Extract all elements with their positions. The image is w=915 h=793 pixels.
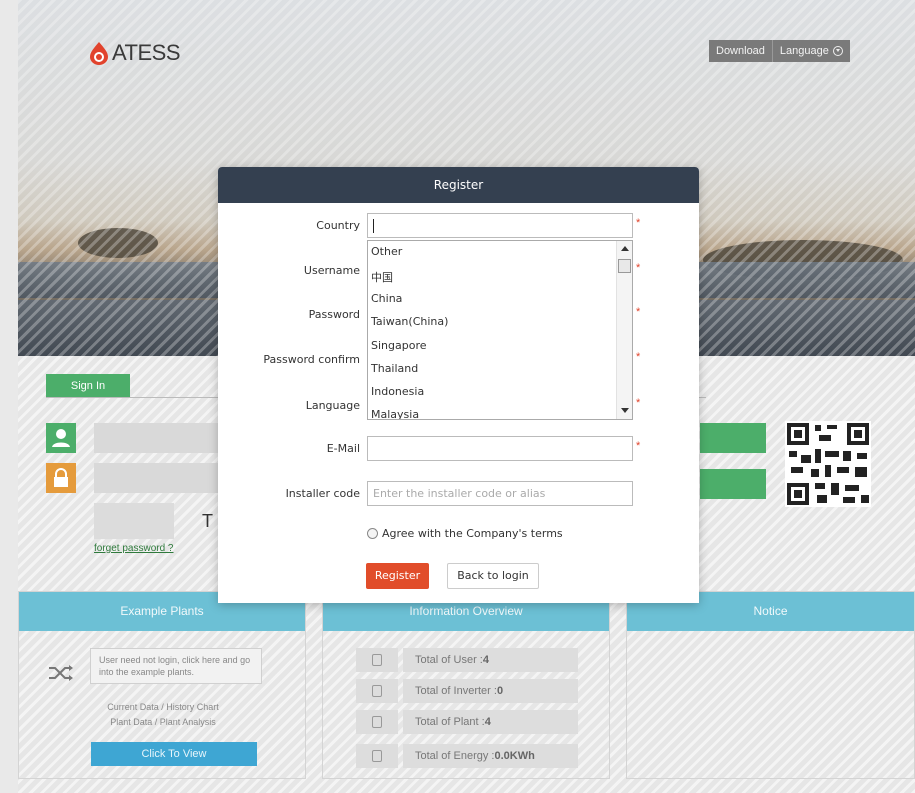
register-dialog-title: Register [218, 167, 699, 203]
username-login-field[interactable] [94, 423, 234, 453]
information-overview-panel: Information Overview Total of User :4 To… [322, 591, 610, 779]
energy-stat-icon [356, 744, 398, 768]
required-mark: * [636, 440, 641, 452]
logo[interactable]: ATESS [88, 40, 181, 66]
flame-logo-icon [90, 42, 108, 65]
user-icon [46, 423, 76, 453]
agree-terms-option[interactable]: Agree with the Company's terms [367, 527, 563, 540]
info-label: Total of Inverter : [415, 685, 497, 697]
inverter-stat-icon [356, 679, 398, 703]
country-option[interactable]: China [371, 292, 402, 305]
country-option[interactable]: 中国 [371, 269, 393, 285]
installer-code-field[interactable] [367, 481, 633, 506]
email-field[interactable] [367, 436, 633, 461]
installer-code-label: Installer code [285, 487, 360, 500]
info-text: Total of User :4 [403, 648, 578, 672]
required-mark: * [636, 217, 641, 229]
scroll-up-icon[interactable] [621, 246, 629, 251]
language-label: Language [779, 45, 829, 57]
info-label: Total of Plant : [415, 716, 485, 728]
scroll-thumb[interactable] [618, 259, 631, 273]
back-to-login-button[interactable]: Back to login [447, 563, 539, 589]
example-plants-panel: Example Plants User need not login, clic… [18, 591, 306, 779]
info-row: Total of Energy :0.0KWh [356, 744, 578, 768]
country-option[interactable]: Taiwan(China) [371, 315, 448, 328]
circle-down-icon [832, 46, 843, 56]
agree-radio[interactable] [367, 528, 378, 539]
language-button[interactable]: Language [772, 40, 850, 62]
dropdown-scrollbar[interactable] [616, 241, 632, 419]
info-label: Total of Energy : [415, 750, 495, 762]
text-caret [373, 219, 374, 233]
info-row: Total of Inverter :0 [356, 679, 578, 703]
password-label: Password [308, 308, 360, 321]
forget-password-link[interactable]: forget password ? [94, 543, 174, 554]
country-option[interactable]: Indonesia [371, 385, 424, 398]
info-label: Total of User : [415, 654, 483, 666]
login-button[interactable] [700, 423, 766, 453]
example-line-2: Plant Data / Plant Analysis [110, 717, 216, 727]
agree-terms-label: Agree with the Company's terms [382, 527, 563, 540]
plant-stat-icon [356, 710, 398, 734]
country-option[interactable]: Singapore [371, 339, 427, 352]
qr-code-icon [785, 421, 871, 507]
info-text: Total of Energy :0.0KWh [403, 744, 578, 768]
info-value: 4 [484, 716, 491, 728]
info-text: Total of Plant :4 [403, 710, 578, 734]
password-login-field[interactable] [94, 463, 234, 493]
download-button[interactable]: Download [709, 40, 773, 62]
example-line-1: Current Data / History Chart [107, 702, 219, 712]
top-nav: Download Language [709, 40, 850, 62]
required-mark: * [636, 306, 641, 318]
country-option[interactable]: Malaysia [371, 408, 419, 419]
required-mark: * [636, 351, 641, 363]
tab-sign-in[interactable]: Sign In [46, 374, 130, 398]
required-mark: * [636, 262, 641, 274]
country-option[interactable]: Thailand [371, 362, 418, 375]
lock-icon [46, 463, 76, 493]
secondary-button[interactable] [700, 469, 766, 499]
required-mark: * [636, 397, 641, 409]
user-stat-icon [356, 648, 398, 672]
register-button[interactable]: Register [366, 563, 429, 589]
info-value: 0 [496, 685, 504, 697]
info-text: Total of Inverter :0 [403, 679, 578, 703]
shuffle-icon [49, 665, 73, 681]
username-label: Username [303, 264, 360, 277]
country-dropdown-list[interactable]: Other 中国 China Taiwan(China) Singapore T… [367, 240, 633, 420]
captcha-text: T [202, 511, 213, 531]
info-row: Total of User :4 [356, 648, 578, 672]
captcha-input[interactable] [94, 503, 174, 539]
country-option[interactable]: Other [371, 245, 402, 258]
password-confirm-label: Password confirm [263, 353, 360, 366]
language-label: Language [305, 399, 360, 412]
country-label: Country [316, 219, 360, 232]
info-row: Total of Plant :4 [356, 710, 578, 734]
register-dialog: Register Country * Username * Password *… [218, 167, 699, 603]
logo-text: ATESS [112, 40, 181, 65]
email-label: E-Mail [326, 442, 360, 455]
info-value: 4 [482, 654, 489, 666]
scroll-down-icon[interactable] [621, 408, 629, 413]
notice-panel: Notice [626, 591, 915, 779]
click-to-view-button[interactable]: Click To View [91, 742, 257, 766]
example-note: User need not login, click here and go i… [90, 648, 262, 684]
country-input[interactable] [367, 213, 633, 238]
info-value: 0.0KWh [494, 750, 535, 762]
